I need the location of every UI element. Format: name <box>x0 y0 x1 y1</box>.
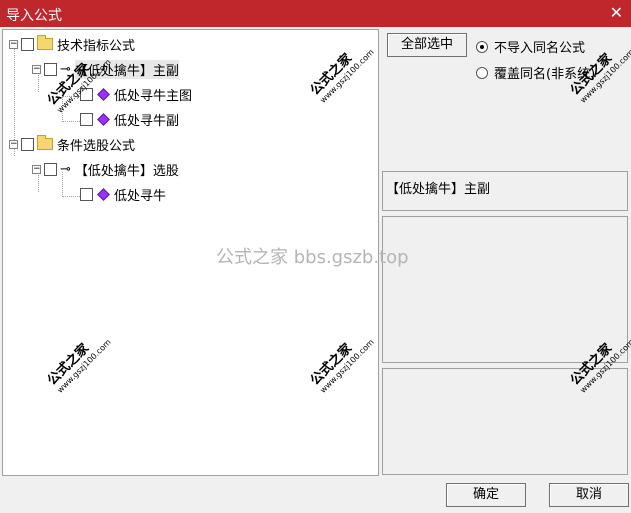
ok-button[interactable]: 确定 <box>446 483 526 507</box>
radio-no-import[interactable]: 不导入同名公式 <box>476 37 585 56</box>
close-icon[interactable]: ✕ <box>610 3 623 22</box>
folder-icon <box>37 35 53 50</box>
node-checkbox[interactable] <box>44 62 57 76</box>
collapse-icon[interactable]: − <box>9 139 18 149</box>
window-title: 导入公式 <box>6 8 62 24</box>
node-checkbox[interactable] <box>21 37 34 51</box>
radio-label: 不导入同名公式 <box>494 41 586 56</box>
cancel-button[interactable]: 取消 <box>549 483 629 507</box>
info-text: 【低处擒牛】主副 <box>386 182 491 197</box>
folder-icon <box>37 135 53 150</box>
collapse-icon[interactable]: − <box>32 64 41 74</box>
node-checkbox[interactable] <box>80 112 93 126</box>
tree-node-label: 低处寻牛 <box>114 188 167 204</box>
tree-connector <box>62 196 80 197</box>
button-bar: 确定 取消 <box>0 478 631 513</box>
node-checkbox[interactable] <box>21 137 34 151</box>
info-panel: 【低处擒牛】主副 <box>382 171 628 211</box>
center-watermark: 公式之家 bbs.gszb.top <box>216 247 409 268</box>
tree-node-label: 低处寻牛副 <box>114 113 180 129</box>
tree-node-formula-select[interactable]: − ⊸ 【低处擒牛】选股 <box>32 159 179 179</box>
select-all-button[interactable]: 全部选中 <box>387 33 467 57</box>
tree-node-label: 条件选股公式 <box>57 138 136 154</box>
tree-node-indicator[interactable]: 低处寻牛副 <box>80 109 179 129</box>
tree-connector <box>62 121 80 122</box>
title-bar: 导入公式 ✕ <box>0 0 631 27</box>
tree-node-indicator[interactable]: 低处寻牛主图 <box>80 84 192 104</box>
collapse-icon[interactable]: − <box>32 164 41 174</box>
indicator-icon <box>97 87 110 101</box>
collapse-icon[interactable]: − <box>9 39 18 49</box>
node-checkbox[interactable] <box>44 162 57 176</box>
indicator-icon <box>97 112 110 126</box>
tree-node-label: 【低处擒牛】选股 <box>74 163 179 179</box>
description-panel <box>382 216 628 363</box>
indicator-icon <box>97 187 110 201</box>
formula-icon: ⊸ <box>60 161 71 177</box>
node-checkbox[interactable] <box>80 187 93 201</box>
tree-node-label: 低处寻牛主图 <box>114 88 193 104</box>
tree-node-tech-indicators[interactable]: − 技术指标公式 <box>9 34 135 54</box>
tree-node-indicator[interactable]: 低处寻牛 <box>80 184 166 204</box>
radio-button[interactable] <box>476 66 488 79</box>
radio-button[interactable] <box>476 40 488 53</box>
tree-node-stock-selection[interactable]: − 条件选股公式 <box>9 134 135 154</box>
